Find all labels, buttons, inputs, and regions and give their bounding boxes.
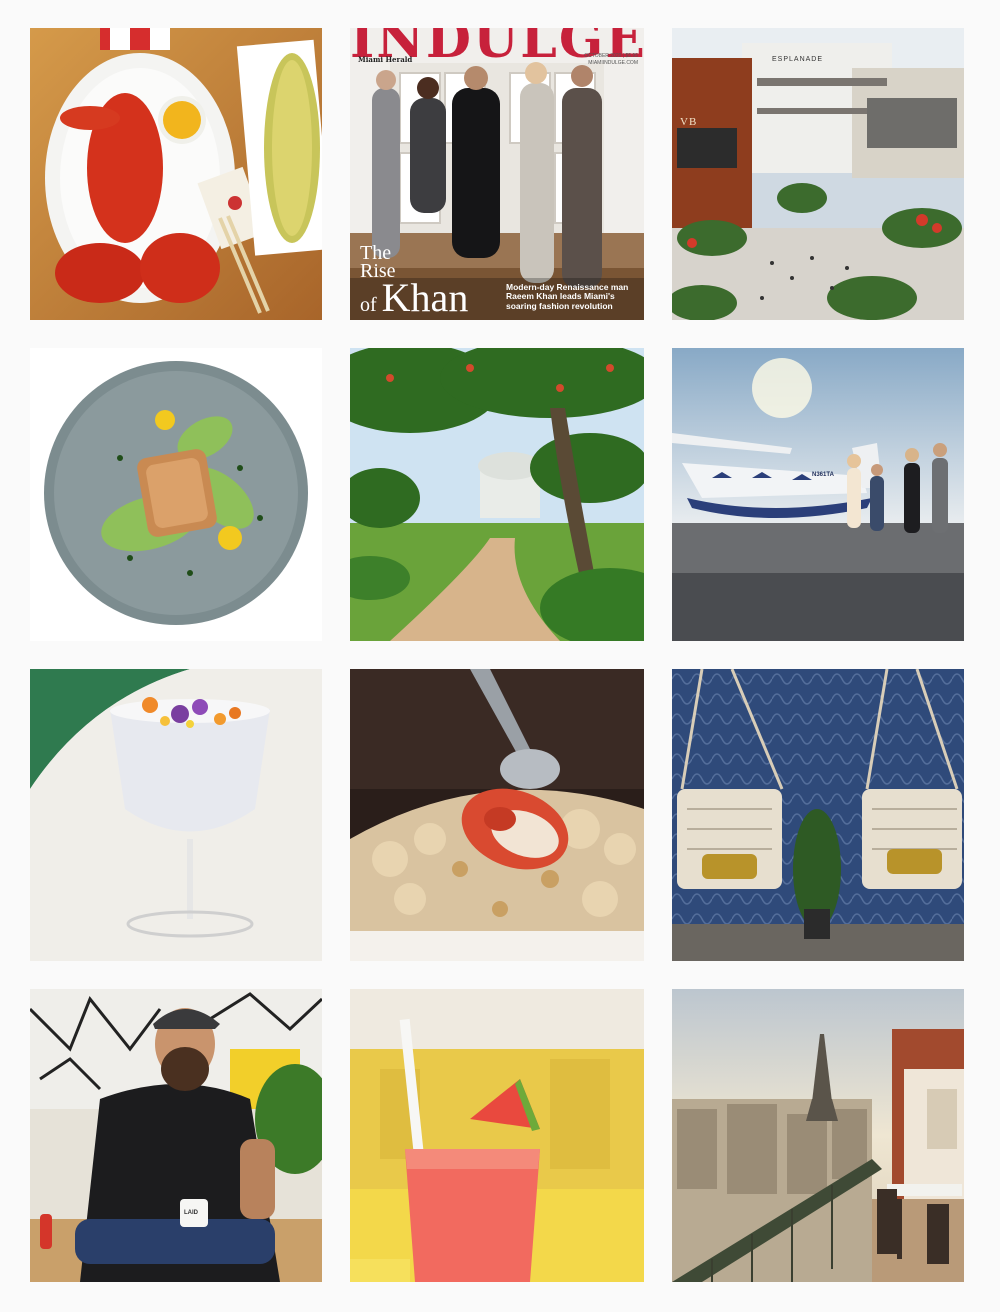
shop-sign: VB	[680, 116, 698, 128]
swing-chairs-photo	[672, 669, 964, 961]
post-tile-swing-chairs[interactable]	[672, 669, 964, 961]
post-tile-seaplane[interactable]: N361TA	[672, 348, 964, 641]
post-tile-chef[interactable]: LAID	[30, 989, 322, 1282]
cover-brand: Miami Herald	[358, 55, 413, 64]
garden-photo	[350, 348, 644, 641]
esplanade-photo	[672, 28, 964, 320]
post-tile-magazine-cover[interactable]: INDULGE Miami Herald OCTOBER 2020 | $5.9…	[350, 28, 644, 320]
seaplane-registration: N361TA	[812, 472, 834, 478]
paris-balcony-photo	[672, 989, 964, 1282]
cover-headline-line3: of	[360, 294, 377, 316]
cover-issue: OCTOBER 2020 | $5.95 MIAMIINDULGE.COM	[584, 53, 638, 66]
seaplane-photo	[672, 348, 964, 641]
mug-label: LAID	[184, 1210, 198, 1216]
photo-grid: INDULGE Miami Herald OCTOBER 2020 | $5.9…	[30, 28, 964, 1282]
chef-photo	[30, 989, 322, 1282]
post-tile-lobster-mac[interactable]	[350, 669, 644, 961]
post-tile-garden[interactable]	[350, 348, 644, 641]
cocktail-photo	[30, 669, 322, 961]
watermelon-drink-photo	[350, 989, 644, 1282]
cover-site: MIAMIINDULGE.COM	[588, 59, 638, 66]
lobster-mac-photo	[350, 669, 644, 961]
cover-issue-date: OCTOBER 2020 | $5.95	[584, 53, 638, 59]
esplanade-sign: ESPLANADE	[772, 56, 824, 63]
cover-headline-name: Khan	[381, 275, 469, 320]
post-tile-paris-balcony[interactable]	[672, 989, 964, 1282]
post-tile-lobster[interactable]	[30, 28, 322, 320]
post-tile-cocktail[interactable]	[30, 669, 322, 961]
fish-plate-photo	[30, 348, 322, 641]
cover-headline: The Rise of Khan	[360, 243, 468, 318]
post-tile-fish-plate[interactable]	[30, 348, 322, 641]
cover-dek: Modern-day Renaissance man Raeem Khan le…	[506, 281, 629, 312]
lobster-photo	[30, 28, 322, 320]
post-tile-esplanade[interactable]: ESPLANADE VB	[672, 28, 964, 320]
post-tile-watermelon-drink[interactable]	[350, 989, 644, 1282]
